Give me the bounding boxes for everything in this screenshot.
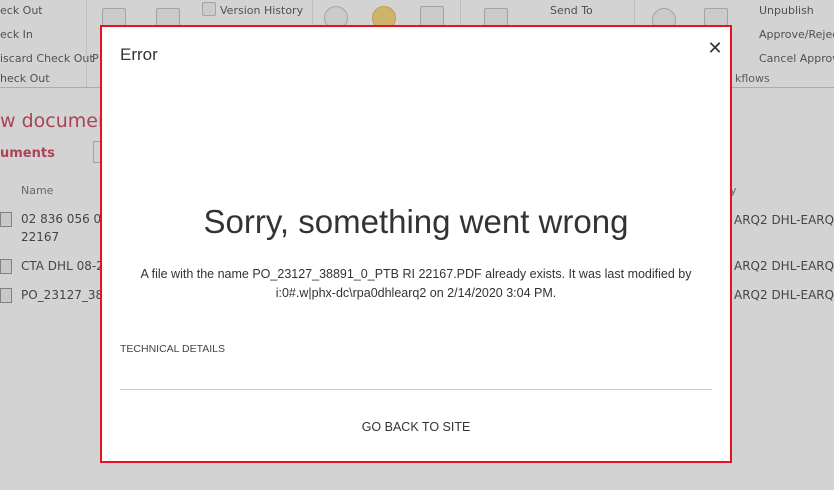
error-message: A file with the name PO_23127_38891_0_PT… <box>140 267 692 300</box>
close-icon[interactable]: ✕ <box>705 39 725 59</box>
dialog-title: Error <box>120 45 158 64</box>
technical-details-label[interactable]: TECHNICAL DETAILS <box>120 343 225 355</box>
go-back-to-site-link[interactable]: GO BACK TO SITE <box>102 420 730 434</box>
divider <box>120 389 712 390</box>
error-dialog: Error ✕ Sorry, something went wrong A fi… <box>100 25 732 463</box>
error-heading: Sorry, something went wrong <box>203 203 629 240</box>
